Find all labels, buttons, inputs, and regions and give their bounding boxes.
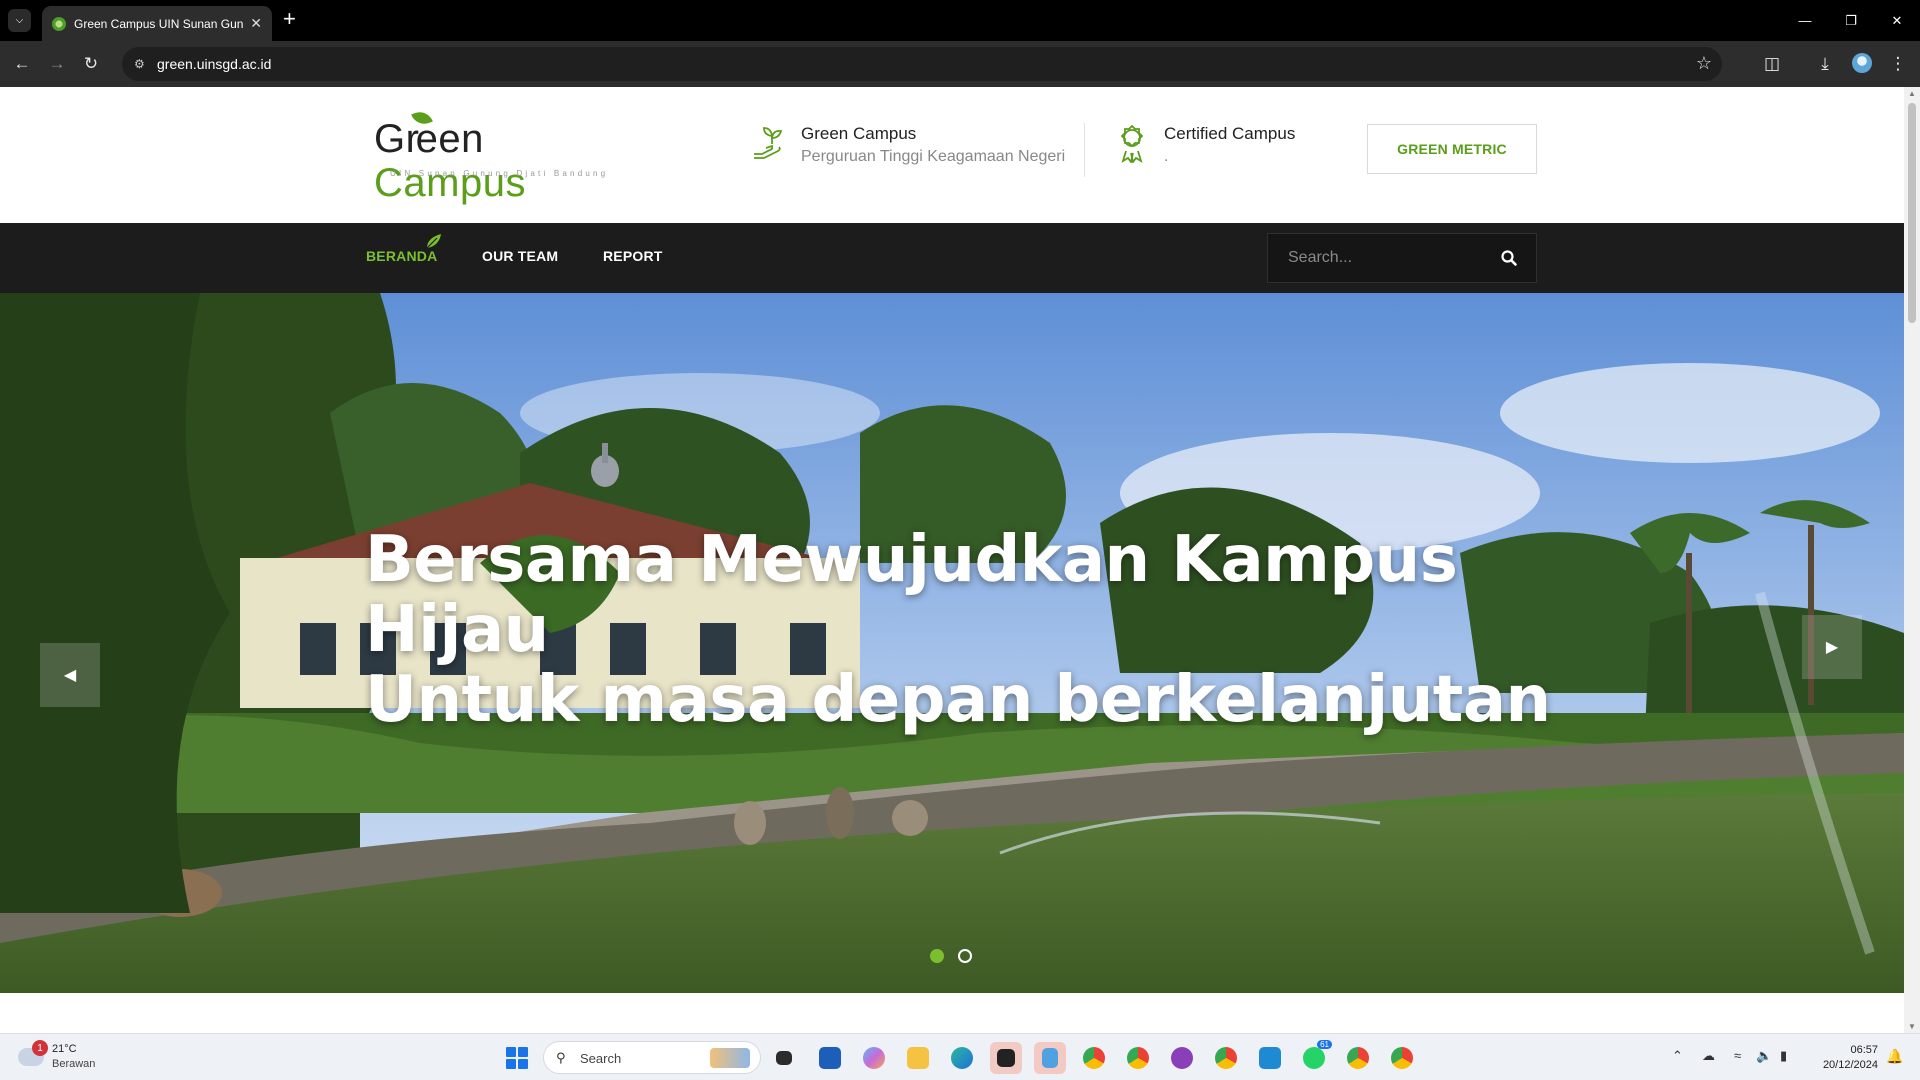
whatsapp-icon[interactable]: 61	[1298, 1040, 1332, 1074]
microsoft-store-icon[interactable]	[814, 1042, 846, 1074]
tab-title: Green Campus UIN Sunan Gunung Djati Band…	[74, 16, 244, 31]
search-icon[interactable]	[1500, 249, 1518, 267]
bookmark-star-icon[interactable]: ☆	[1696, 53, 1712, 74]
search-icon: ⚲	[556, 1050, 566, 1065]
url-text: green.uinsgd.ac.id	[157, 56, 272, 72]
task-view-icon[interactable]	[768, 1042, 800, 1074]
taskbar-search[interactable]: ⚲ Search	[543, 1041, 761, 1074]
address-bar[interactable]: ⚙ green.uinsgd.ac.id ☆	[122, 47, 1722, 81]
chevron-down-icon: ⌵	[15, 15, 24, 26]
browser-tabstrip: ⌵ Green Campus UIN Sunan Gunung Djati Ba…	[0, 0, 1920, 41]
chrome-profile-icon[interactable]	[1386, 1042, 1418, 1074]
copilot-icon[interactable]	[858, 1042, 890, 1074]
nav-item-our-team[interactable]: OUR TEAM	[482, 248, 558, 264]
plant-hand-icon	[749, 123, 789, 163]
search-input[interactable]	[1268, 234, 1488, 282]
site-logo[interactable]: Green Campus UIN Sunan Gunung Djati Band…	[374, 108, 644, 205]
reload-button[interactable]: ↻	[80, 53, 102, 75]
chevron-up-icon[interactable]: ⌃	[1672, 1048, 1683, 1064]
scroll-down-icon[interactable]: ▼	[1908, 1022, 1916, 1031]
slider-dots	[930, 949, 972, 963]
file-explorer-icon[interactable]	[902, 1042, 934, 1074]
hero-headline: Bersama Mewujudkan Kampus Hijau Untuk ma…	[365, 525, 1565, 735]
main-navbar: BERANDA OUR TEAM REPORT	[0, 223, 1904, 293]
browser-tab[interactable]: Green Campus UIN Sunan Gunung Djati Band…	[42, 6, 272, 41]
info-green-campus: Green Campus Perguruan Tinggi Keagamaan …	[749, 123, 1065, 169]
hero-line-2: Untuk masa depan berkelanjutan	[365, 663, 1551, 737]
menu-kebab-icon[interactable]: ⋮	[1886, 52, 1910, 76]
chrome-profile-icon[interactable]	[1210, 1042, 1242, 1074]
info-subtitle: Perguruan Tinggi Keagamaan Negeri	[801, 148, 1066, 165]
search-highlight-image	[710, 1048, 750, 1068]
weather-widget[interactable]: 1 21°C Berawan	[18, 1040, 96, 1072]
caret-left-icon: ◀	[63, 667, 77, 684]
back-button[interactable]: ←	[11, 53, 33, 75]
system-clock[interactable]: 06:57 20/12/2024	[1808, 1043, 1878, 1073]
onedrive-icon[interactable]: ☁	[1702, 1048, 1715, 1064]
notification-bell-icon[interactable]: 🔔	[1886, 1048, 1903, 1064]
web-page: Green Campus UIN Sunan Gunung Djati Band…	[0, 87, 1904, 1033]
sticky-notes-icon[interactable]	[990, 1042, 1022, 1074]
notepad-icon[interactable]	[1034, 1042, 1066, 1074]
header-divider	[1084, 123, 1085, 177]
logo-tagline: UIN Sunan Gunung Djati Bandung	[390, 169, 609, 178]
nav-item-report[interactable]: REPORT	[603, 248, 663, 264]
cloud-icon: 1	[18, 1040, 48, 1066]
clock-time: 06:57	[1850, 1044, 1878, 1056]
speaker-muted-icon[interactable]: 🔈	[1756, 1048, 1772, 1064]
taskbar-search-label: Search	[580, 1051, 622, 1066]
info-certified-campus: Certified Campus .	[1112, 123, 1295, 169]
forward-button[interactable]: →	[46, 53, 68, 75]
site-header: Green Campus UIN Sunan Gunung Djati Band…	[0, 87, 1904, 223]
info-title: Green Campus	[801, 124, 917, 143]
scrollbar-thumb[interactable]	[1908, 103, 1916, 323]
battery-icon[interactable]: ▮	[1780, 1048, 1787, 1064]
chrome-icon[interactable]	[1078, 1042, 1110, 1074]
chrome-profile-icon[interactable]	[1342, 1042, 1374, 1074]
chrome-profile-icon[interactable]	[1122, 1042, 1154, 1074]
slider-next-button[interactable]: ▶	[1802, 615, 1862, 679]
hero-line-1: Bersama Mewujudkan Kampus Hijau	[365, 523, 1458, 667]
caret-right-icon: ▶	[1825, 639, 1839, 656]
weather-temperature: 21°C	[52, 1043, 77, 1055]
close-window-button[interactable]: ✕	[1874, 0, 1920, 41]
slider-prev-button[interactable]: ◀	[40, 643, 100, 707]
site-info-icon[interactable]: ⚙	[134, 57, 148, 71]
new-tab-button[interactable]: +	[283, 8, 296, 30]
notification-badge: 1	[32, 1040, 48, 1056]
start-button[interactable]	[506, 1047, 528, 1069]
browser-toolbar: ← → ↻ ⚙ green.uinsgd.ac.id ☆ ◫ ⤓ ⋮	[0, 41, 1920, 87]
site-favicon-icon	[52, 16, 66, 31]
hero-slider: Bersama Mewujudkan Kampus Hijau Untuk ma…	[0, 293, 1904, 993]
window-controls: — ❐ ✕	[1782, 0, 1920, 41]
minimize-button[interactable]: —	[1782, 0, 1828, 41]
edge-icon[interactable]	[946, 1042, 978, 1074]
logo-wordmark: Green Campus	[374, 117, 526, 205]
restore-button[interactable]: ❐	[1828, 0, 1874, 41]
wifi-icon[interactable]: ≈	[1734, 1048, 1741, 1063]
whatsapp-badge: 61	[1317, 1040, 1332, 1049]
tab-search-button[interactable]: ⌵	[8, 9, 31, 32]
slider-dot-1[interactable]	[930, 949, 944, 963]
podcast-app-icon[interactable]	[1166, 1042, 1198, 1074]
award-badge-icon	[1112, 123, 1152, 163]
scroll-up-icon[interactable]: ▲	[1908, 89, 1916, 98]
nav-item-beranda[interactable]: BERANDA	[366, 248, 437, 264]
weather-condition: Berawan	[52, 1058, 96, 1070]
tab-close-icon[interactable]: ✕	[250, 15, 262, 32]
page-scrollbar[interactable]: ▲ ▼	[1904, 87, 1920, 1033]
green-metric-button[interactable]: GREEN METRIC	[1367, 124, 1537, 174]
site-search	[1267, 233, 1537, 283]
extensions-icon[interactable]: ◫	[1760, 52, 1784, 76]
info-subtitle: .	[1164, 148, 1169, 165]
downloads-icon[interactable]: ⤓	[1813, 52, 1837, 76]
vscode-icon[interactable]	[1254, 1042, 1286, 1074]
slider-dot-2[interactable]	[958, 949, 972, 963]
profile-avatar[interactable]	[1852, 53, 1872, 73]
windows-taskbar: 1 21°C Berawan ⚲ Search 61 ⌃ ☁ ≈ 🔈 ▮ 06:…	[0, 1033, 1920, 1080]
info-title: Certified Campus	[1164, 124, 1296, 143]
clock-date: 20/12/2024	[1822, 1059, 1878, 1071]
